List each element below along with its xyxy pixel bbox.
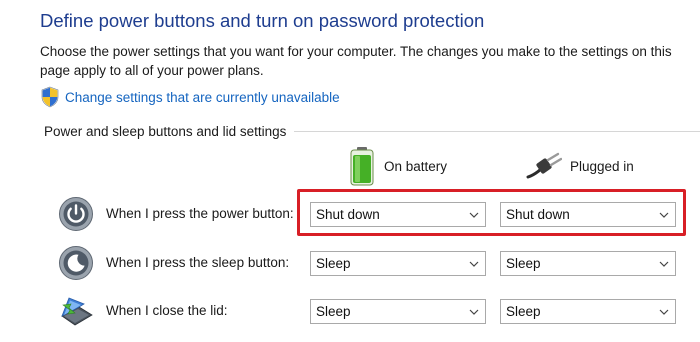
battery-icon — [350, 147, 374, 186]
column-header-on-battery: On battery — [348, 146, 447, 186]
close-lid-on-battery-value: Sleep — [316, 304, 351, 319]
laptop-lid-icon — [61, 297, 93, 326]
section-divider — [294, 130, 700, 132]
plugged-in-label: Plugged in — [570, 158, 634, 174]
close-lid-plugged-in-value: Sleep — [506, 304, 541, 319]
sleep-button-on-battery-value: Sleep — [316, 256, 351, 271]
sleep-button-plugged-in-select[interactable]: Sleep — [500, 251, 676, 276]
power-button-icon — [59, 197, 93, 231]
page-description: Choose the power settings that you want … — [40, 44, 672, 78]
sleep-button-label: When I press the sleep button: — [106, 255, 290, 270]
sleep-button-icon — [59, 246, 93, 280]
chevron-down-icon — [659, 261, 669, 267]
chevron-down-icon — [659, 309, 669, 315]
change-settings-link-label[interactable]: Change settings that are currently unava… — [65, 90, 340, 105]
sleep-button-plugged-in-value: Sleep — [506, 256, 541, 271]
close-lid-on-battery-select[interactable]: Sleep — [310, 299, 486, 324]
power-plug-icon — [526, 152, 562, 179]
chevron-down-icon — [469, 309, 479, 315]
close-lid-label: When I close the lid: — [106, 303, 228, 318]
sleep-button-on-battery-select[interactable]: Sleep — [310, 251, 486, 276]
power-button-label: When I press the power button: — [106, 206, 294, 221]
uac-shield-icon — [41, 86, 59, 108]
column-header-plugged-in: Plugged in — [526, 146, 634, 186]
highlight-box — [297, 189, 686, 236]
chevron-down-icon — [469, 261, 479, 267]
section-label: Power and sleep buttons and lid settings — [44, 123, 287, 139]
section-header: Power and sleep buttons and lid settings — [44, 122, 700, 140]
change-settings-link[interactable]: Change settings that are currently unava… — [40, 86, 340, 108]
close-lid-plugged-in-select[interactable]: Sleep — [500, 299, 676, 324]
page-title: Define power buttons and turn on passwor… — [40, 10, 485, 31]
on-battery-label: On battery — [384, 158, 448, 174]
